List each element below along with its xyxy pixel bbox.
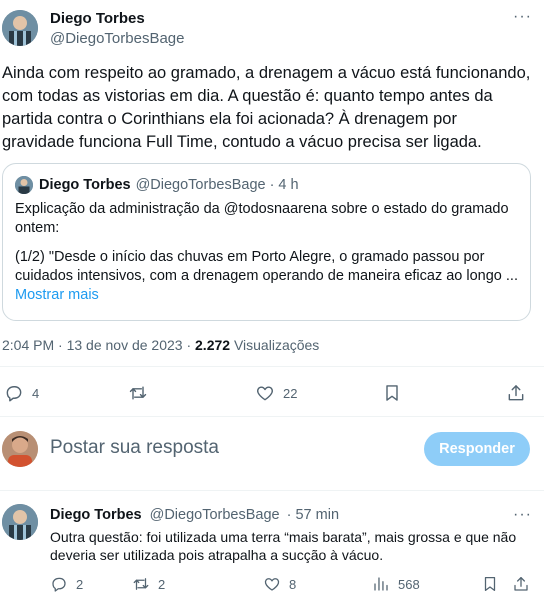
reply-icon [6,386,22,402]
user-avatar[interactable] [2,431,38,467]
quote-header: Diego Torbes @DiegoTorbesBage · 4 h [15,176,299,194]
divider [0,490,544,491]
show-more-link[interactable]: Mostrar mais [15,286,520,305]
reply-input[interactable]: Postar sua resposta [50,437,219,459]
author-name[interactable]: Diego Torbes [50,10,145,27]
bookmark-icon [484,576,496,592]
reply-count: 4 [32,385,40,401]
author-avatar[interactable] [2,10,38,46]
share-button[interactable] [506,383,526,403]
reply-text: Outra questão: foi utilizada uma terra “… [50,529,517,563]
quote-avatar [15,176,33,194]
tweet-meta: 2:04 PM · 13 de nov de 2023 · 2.272 Visu… [2,337,319,353]
reply-button[interactable]: 2 [50,575,83,593]
views-label: Visualizações [233,337,320,353]
like-button[interactable]: 8 [263,575,296,593]
retweet-icon [129,386,147,400]
author-handle[interactable]: @DiegoTorbesBage [50,30,184,47]
share-icon [514,576,528,591]
reply-submit-button[interactable]: Responder [424,432,530,466]
quote-time: · 4 h [269,177,299,193]
tweet-text: Ainda com respeito ao gramado, a drenage… [2,64,531,151]
reply-icon [52,577,66,592]
reply-time[interactable]: · 57 min [287,507,339,523]
like-button[interactable]: 22 [255,383,297,403]
retweet-button[interactable] [128,383,156,403]
quote-line-2: (1/2) "Desde o início das chuvas em Port… [15,249,518,284]
bookmark-icon [386,385,398,401]
quote-author-name: Diego Torbes [39,177,131,193]
like-count: 22 [283,385,298,401]
quote-line-1: Explicação da administração da @todosnaa… [15,201,509,236]
quoted-tweet[interactable]: Diego Torbes @DiegoTorbesBage · 4 h Expl… [2,163,531,321]
retweet-button[interactable]: 2 [132,575,165,593]
tweet-timestamp[interactable]: 2:04 PM · 13 de nov de 2023 · [2,337,191,353]
share-icon [508,385,524,401]
reply-button[interactable]: 4 [4,383,39,403]
views-count: 568 [398,576,420,592]
views-icon [374,577,388,591]
reply-author-handle[interactable]: @DiegoTorbesBage [150,507,280,523]
bookmark-button[interactable] [481,575,499,593]
more-icon[interactable]: ··· [513,506,532,524]
like-count: 8 [289,576,297,592]
views-button[interactable]: 568 [372,575,420,593]
quote-author-handle: @DiegoTorbesBage [135,177,266,193]
reply-header: Diego Torbes @DiegoTorbesBage · 57 min [50,507,339,523]
views-count: 2.272 [195,337,231,353]
more-icon[interactable]: ··· [513,8,532,26]
divider [0,366,544,367]
bookmark-button[interactable] [382,383,402,403]
share-button[interactable] [512,575,530,593]
quote-body: Explicação da administração da @todosnaa… [15,200,520,305]
retweet-icon [133,578,149,590]
like-icon [264,578,280,591]
reply-count: 2 [76,576,84,592]
divider [0,416,544,417]
like-icon [257,386,273,401]
reply-author-avatar[interactable] [2,504,38,540]
reply-author-name[interactable]: Diego Torbes [50,507,142,523]
retweet-count: 2 [158,576,166,592]
